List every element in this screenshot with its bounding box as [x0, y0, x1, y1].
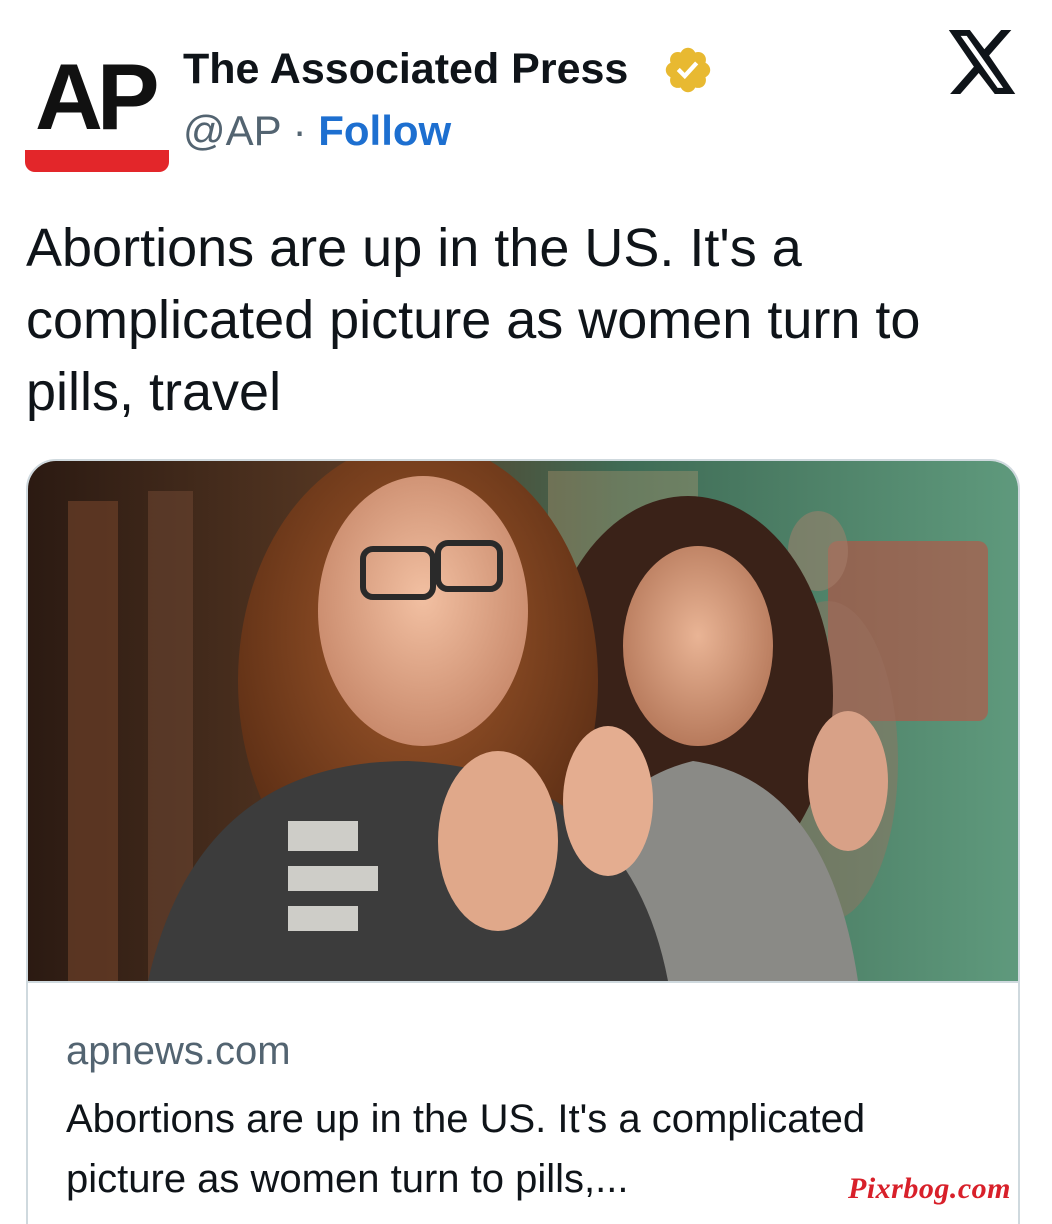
watermark-text: Pixrbog.com	[848, 1172, 1011, 1205]
follow-button[interactable]: Follow	[318, 107, 451, 154]
card-photo-image[interactable]	[28, 461, 1020, 981]
avatar-red-bar	[25, 150, 169, 172]
verified-badge-icon	[665, 47, 711, 93]
handle-separator: ·	[292, 107, 307, 154]
author-avatar[interactable]: AP	[25, 28, 169, 172]
x-logo-icon[interactable]	[948, 30, 1018, 94]
card-divider	[28, 981, 1018, 983]
link-preview-card[interactable]: apnews.com Abortions are up in the US. I…	[26, 459, 1020, 1224]
tweet-text: Abortions are up in the US. It's a compl…	[26, 218, 921, 422]
author-handle-row: @AP · Follow	[183, 106, 451, 156]
author-handle[interactable]: @AP	[183, 107, 281, 154]
author-display-name[interactable]: The Associated Press	[183, 44, 628, 94]
card-domain[interactable]: apnews.com	[66, 1027, 291, 1075]
avatar-logo-text: AP	[35, 44, 160, 149]
